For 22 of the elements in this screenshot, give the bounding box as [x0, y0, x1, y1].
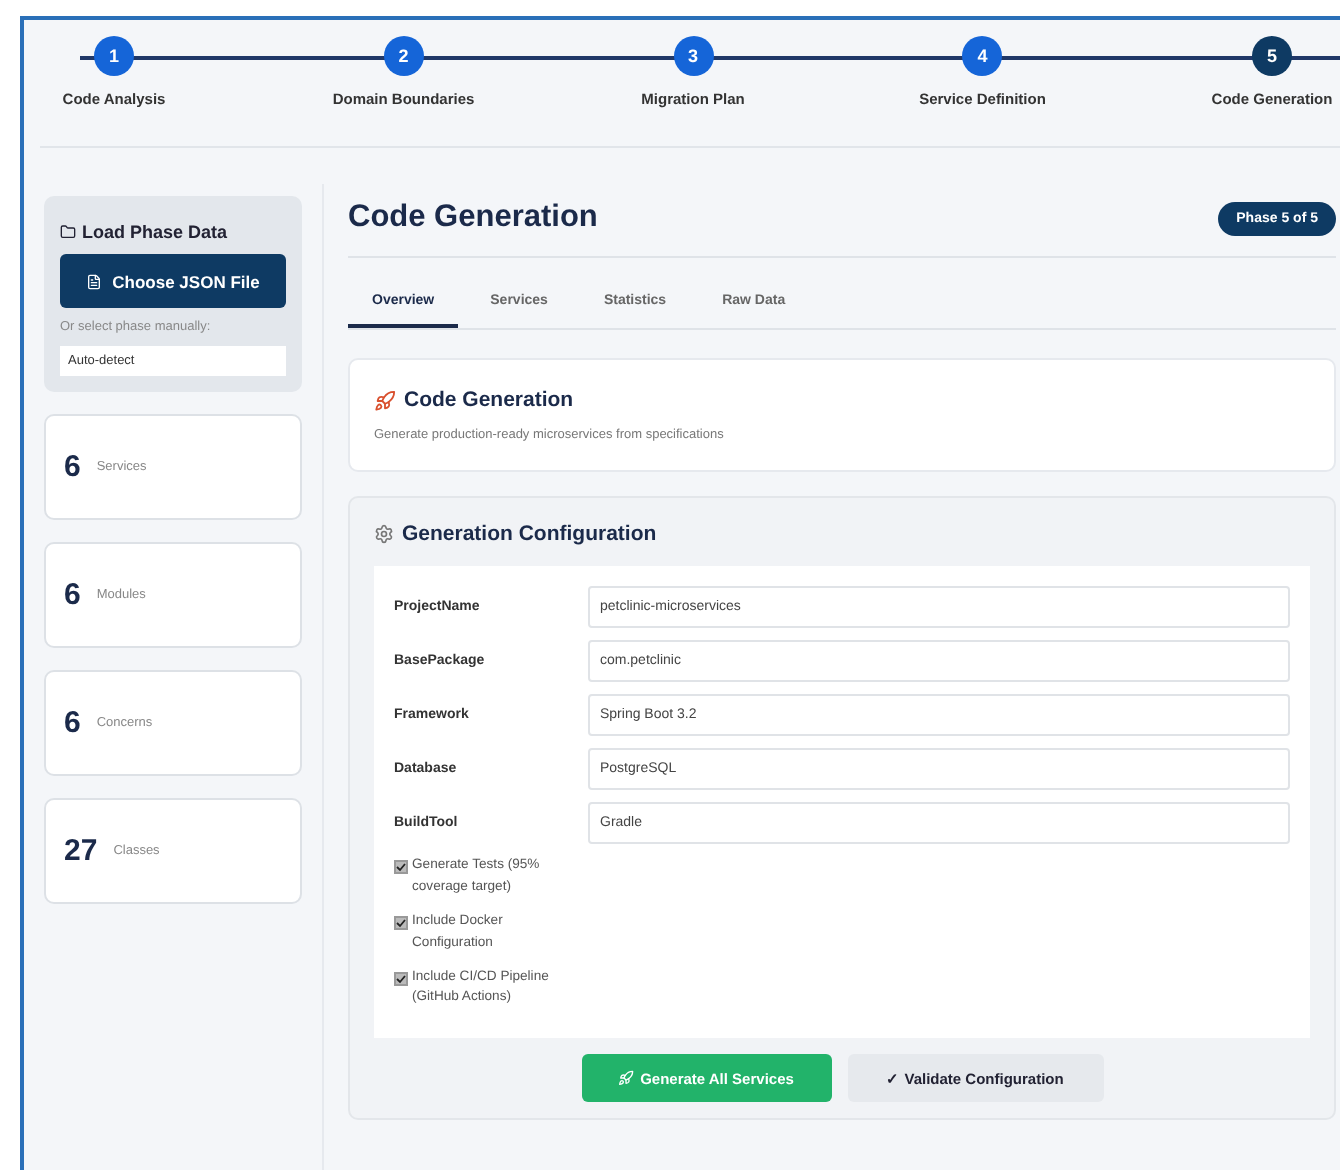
step-number: 3 — [673, 36, 713, 76]
stat-value: 6 — [64, 578, 81, 612]
folder-icon — [60, 224, 76, 240]
checkbox[interactable] — [394, 860, 408, 874]
panel-title: Load Phase Data — [82, 222, 228, 242]
stat-value: 6 — [64, 450, 81, 484]
page-title: Code Generation — [348, 200, 598, 236]
step-number: 2 — [383, 36, 424, 76]
card-title: Code Generation — [404, 388, 574, 412]
rocket-icon — [374, 389, 396, 411]
checkbox[interactable] — [394, 915, 408, 930]
step-number: 5 — [1252, 36, 1292, 76]
stat-value: 6 — [64, 706, 81, 740]
choose-file-button[interactable]: Choose JSON File — [60, 254, 286, 308]
card-title: Generation Configuration — [402, 522, 657, 546]
stat-value: 27 — [64, 834, 98, 868]
checkbox[interactable] — [394, 971, 408, 985]
step-number: 1 — [94, 36, 134, 76]
gear-icon — [374, 524, 394, 544]
file-icon — [86, 273, 103, 289]
step-number: 4 — [962, 36, 1003, 76]
rocket-icon — [618, 1070, 635, 1087]
